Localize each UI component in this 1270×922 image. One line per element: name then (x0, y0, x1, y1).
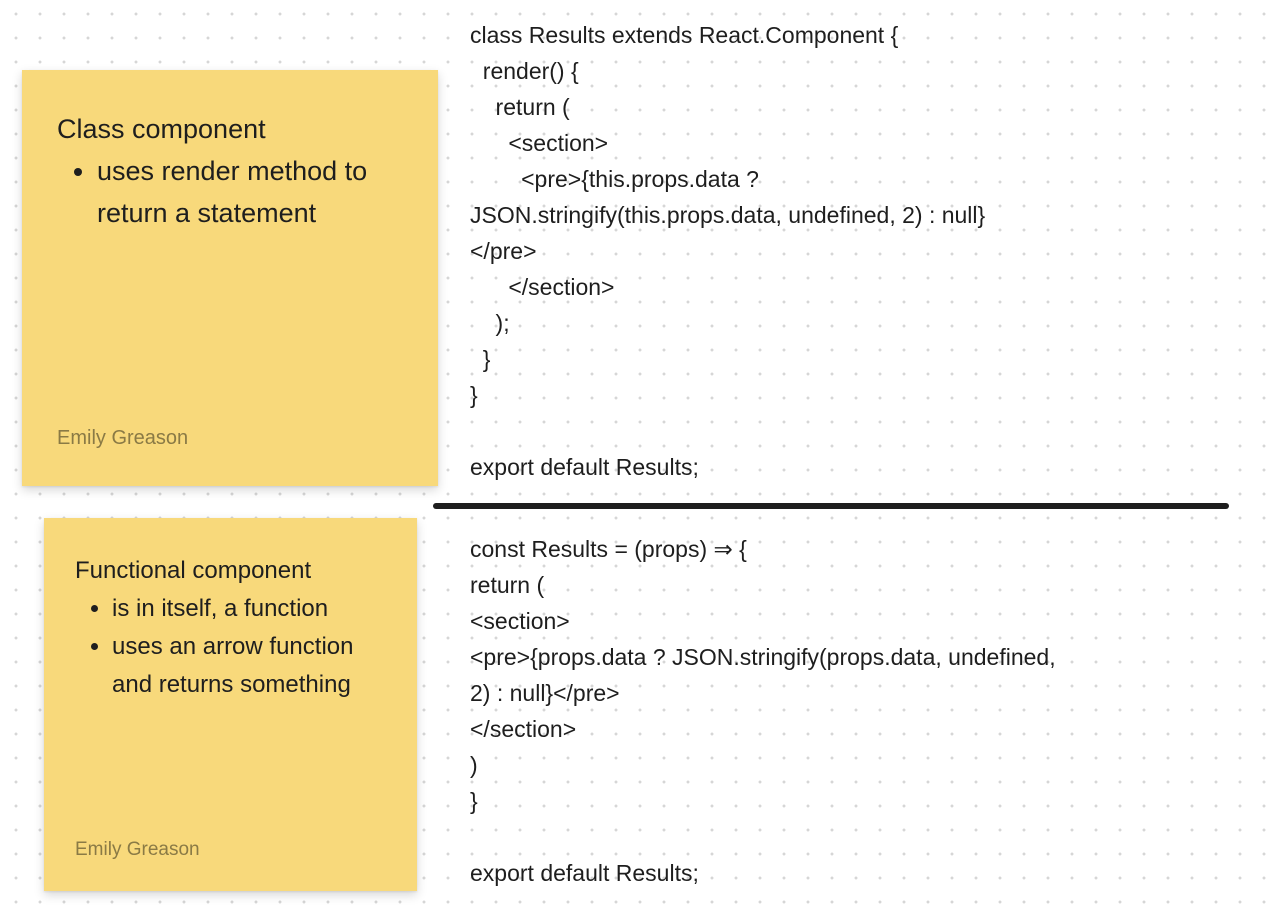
sticky-note-bullet: uses an arrow function and returns somet… (112, 628, 399, 704)
code-text-functional-component[interactable]: const Results = (props) ⇒ { return ( <se… (470, 531, 1056, 891)
sticky-note-bullets: is in itself, a function uses an arrow f… (75, 590, 399, 704)
sticky-note-functional-component[interactable]: Functional component is in itself, a fun… (44, 518, 417, 891)
divider-line[interactable] (433, 503, 1229, 509)
sticky-note-class-component[interactable]: Class component uses render method to re… (22, 70, 438, 486)
sticky-note-title: Functional component (75, 557, 312, 584)
sticky-note-bullets: uses render method to return a statement (57, 150, 418, 234)
code-text-class-component[interactable]: class Results extends React.Component { … (470, 17, 985, 485)
sticky-note-title: Class component (57, 114, 266, 144)
sticky-note-author: Emily Greason (75, 839, 200, 860)
sticky-note-bullet: is in itself, a function (112, 590, 399, 628)
sticky-note-author: Emily Greason (57, 427, 189, 449)
sticky-note-bullet: uses render method to return a statement (97, 150, 418, 234)
